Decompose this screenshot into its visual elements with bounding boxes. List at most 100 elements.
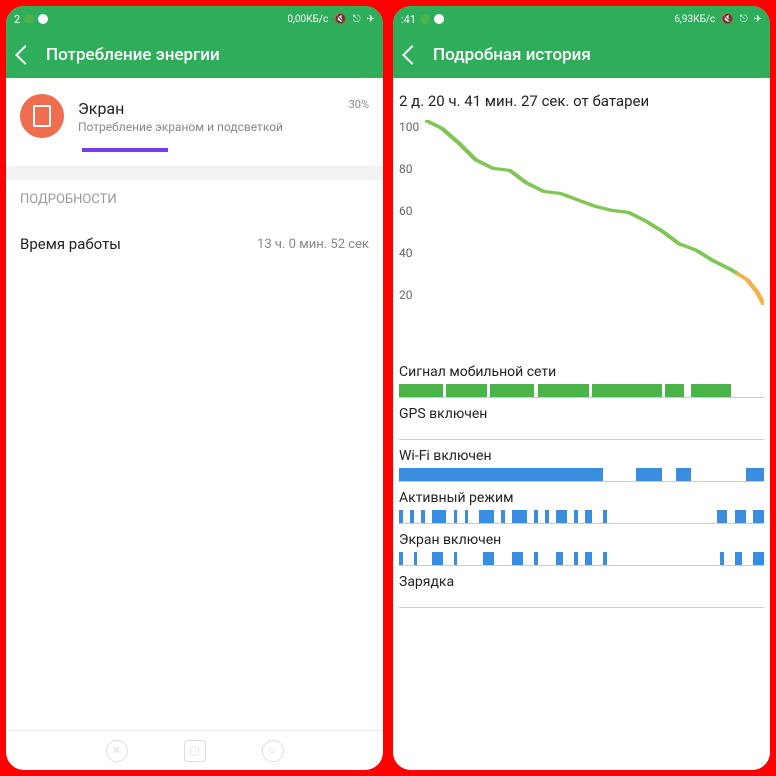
timeline-segment [603, 510, 607, 523]
cast-icon: ⎋ [740, 14, 748, 25]
y-tick: 60 [399, 204, 425, 246]
timeline-segment [479, 510, 494, 523]
timeline-segment [753, 552, 764, 565]
timeline-segment [454, 552, 458, 565]
timeline-bar [399, 426, 764, 440]
timeline-segment [399, 510, 403, 523]
timeline-segment [512, 510, 527, 523]
timeline-label: GPS включен [399, 406, 764, 422]
timeline-segment [574, 552, 578, 565]
timeline-bar [399, 594, 764, 608]
nav-bar: ✕ ▢ ○ [6, 730, 383, 770]
timeline-segment [691, 384, 731, 397]
nav-close-button[interactable]: ✕ [106, 740, 128, 762]
timeline-segment [574, 510, 578, 523]
airplane-icon: ✈ [367, 14, 375, 25]
timeline-segment [454, 510, 458, 523]
timeline-bar [399, 384, 764, 398]
battery-chart: 10080604020 [393, 120, 770, 348]
timeline-segment [735, 552, 742, 565]
app-name: Экран [78, 99, 335, 118]
chart-y-axis: 10080604020 [399, 120, 425, 330]
notification-dot-icon [24, 14, 34, 24]
detail-value: 13 ч. 0 мин. 52 сек [257, 237, 369, 252]
detail-row[interactable]: Время работы 13 ч. 0 мин. 52 сек [6, 219, 383, 269]
timeline-segment [585, 552, 592, 565]
y-tick: 20 [399, 288, 425, 330]
mute-icon: 🔇 [721, 14, 733, 25]
network-speed: 0,00КБ/с [287, 14, 328, 25]
timeline-segment [538, 384, 589, 397]
timeline-segment [556, 552, 563, 565]
timeline-segment [399, 384, 443, 397]
timeline-segment [483, 552, 494, 565]
chart-svg [425, 120, 764, 330]
timeline-bar [399, 468, 764, 482]
timeline-segment [665, 384, 683, 397]
timeline-bar [399, 510, 764, 524]
right-screenshot: :41 6,93КБ/с 🔇 ⎋ ✈ Подробная история 2 д… [393, 6, 770, 770]
section-divider [6, 166, 383, 180]
app-subtitle: Потребление экраном и подсветкой [78, 120, 335, 134]
timeline-segment [720, 552, 724, 565]
usage-progress-bar [82, 148, 369, 152]
timeline-label: Wi-Fi включен [399, 448, 764, 464]
timeline-segment [753, 510, 764, 523]
left-screenshot: 2 0,00КБ/с 🔇 ⎋ ✈ Потребление энергии Экр… [6, 6, 383, 770]
cast-icon: ⎋ [353, 14, 361, 25]
timeline-segment [534, 552, 538, 565]
nav-home-button[interactable]: ○ [262, 740, 284, 762]
timeline-segment [534, 510, 538, 523]
timeline-segment [410, 510, 414, 523]
timeline-segment [603, 552, 607, 565]
timeline-segment [545, 510, 549, 523]
timeline-segment [432, 552, 443, 565]
timeline-label: Зарядка [399, 574, 764, 590]
y-tick: 40 [399, 246, 425, 288]
timeline-segment [746, 468, 764, 481]
detail-label: Время работы [20, 235, 121, 253]
notification-dot-icon [38, 14, 48, 24]
timeline-label: Активный режим [399, 490, 764, 506]
time-fragment: :41 [401, 13, 416, 26]
app-usage-row[interactable]: Экран Потребление экраном и подсветкой 3… [6, 78, 383, 148]
screen-icon [20, 94, 64, 138]
timeline-segment [556, 510, 567, 523]
timeline-segment [501, 510, 505, 523]
timeline-segment [585, 510, 592, 523]
section-heading: ПОДРОБНОСТИ [6, 180, 383, 219]
page-header: Потребление энергии [6, 32, 383, 78]
mute-icon: 🔇 [334, 14, 346, 25]
timeline-label: Сигнал мобильной сети [399, 364, 764, 380]
page-header: Подробная история [393, 32, 770, 78]
battery-duration: 2 д. 20 ч. 41 мин. 27 сек. от батареи [393, 78, 770, 120]
back-icon[interactable] [402, 45, 422, 65]
status-bar: :41 6,93КБ/с 🔇 ⎋ ✈ [393, 6, 770, 32]
app-percent: 30% [349, 98, 369, 111]
time-fragment: 2 [14, 13, 20, 26]
timeline-bar [399, 552, 764, 566]
timeline-segment [592, 384, 661, 397]
page-title: Подробная история [433, 45, 591, 65]
notification-dot-icon [434, 14, 444, 24]
timeline-segment [421, 510, 425, 523]
nav-recent-button[interactable]: ▢ [184, 740, 206, 762]
timeline-segment [636, 468, 662, 481]
timeline-section: Сигнал мобильной сети GPS включен Wi-Fi вк… [393, 348, 770, 608]
timeline-segment [676, 468, 691, 481]
page-title: Потребление энергии [46, 45, 220, 65]
status-bar: 2 0,00КБ/с 🔇 ⎋ ✈ [6, 6, 383, 32]
timeline-segment [399, 552, 403, 565]
notification-dot-icon [420, 14, 430, 24]
timeline-segment [399, 468, 603, 481]
back-icon[interactable] [15, 45, 35, 65]
timeline-segment [512, 552, 523, 565]
network-speed: 6,93КБ/с [674, 14, 715, 25]
timeline-segment [432, 510, 447, 523]
y-tick: 80 [399, 162, 425, 204]
timeline-label: Экран включен [399, 532, 764, 548]
timeline-segment [465, 510, 469, 523]
timeline-segment [446, 384, 486, 397]
timeline-segment [717, 510, 728, 523]
y-tick: 100 [399, 120, 425, 162]
